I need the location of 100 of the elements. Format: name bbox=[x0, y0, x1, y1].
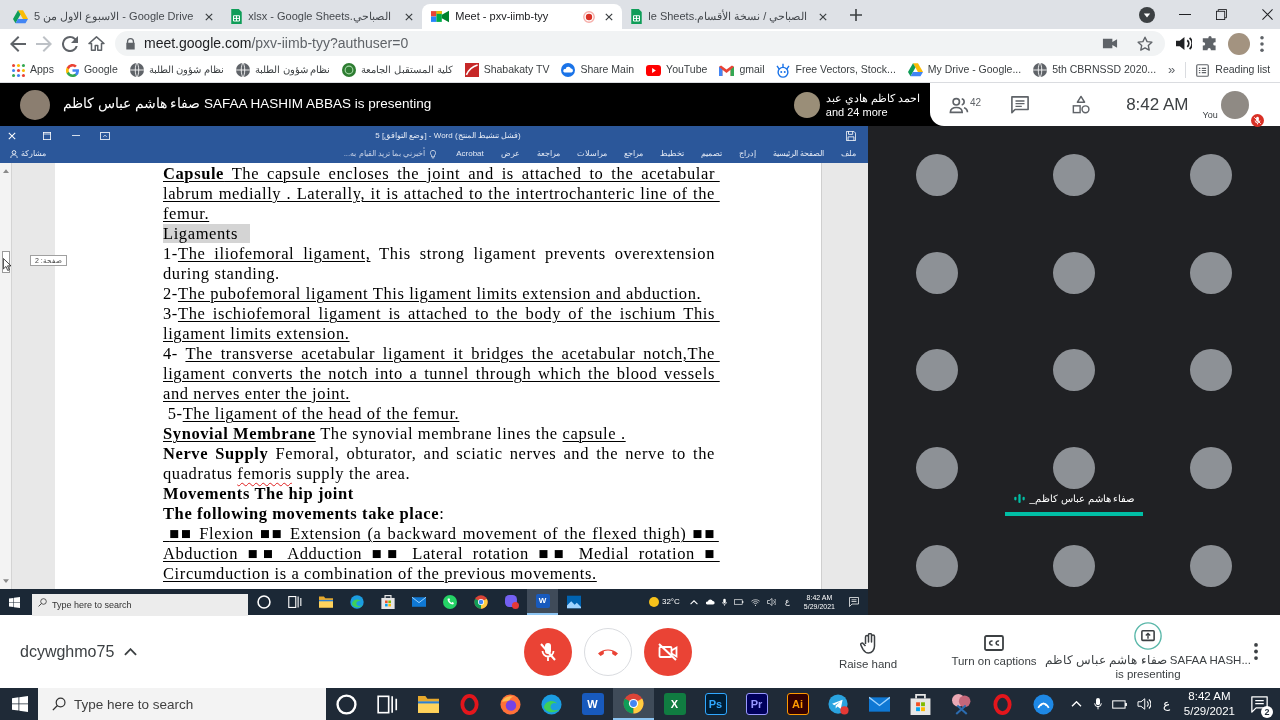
speaker-icon[interactable] bbox=[766, 598, 776, 606]
reading-list-button[interactable]: Reading list bbox=[1196, 62, 1271, 78]
segmented-circle-icon[interactable] bbox=[623, 692, 644, 714]
ribbon-tab[interactable]: الصفحة الرئيسية bbox=[772, 148, 824, 160]
bookmark[interactable]: 5th CBRNSSD 2020... bbox=[1033, 62, 1157, 78]
bookmark[interactable]: My Drive - Google... bbox=[907, 62, 1022, 78]
microphone-button[interactable] bbox=[524, 627, 572, 676]
ribbon-tab[interactable]: ملف bbox=[841, 148, 856, 160]
more-bookmarks-button[interactable]: » bbox=[1168, 60, 1176, 80]
bookmark[interactable]: نظام شؤون الطلبة bbox=[129, 62, 225, 78]
swirl-icon[interactable] bbox=[541, 693, 562, 715]
envelope-icon[interactable] bbox=[411, 595, 426, 609]
ribbon-tab[interactable]: مراجع bbox=[623, 148, 643, 160]
bookmark[interactable]: Free Vectors, Stock... bbox=[776, 62, 896, 78]
microphone-icon[interactable] bbox=[1093, 697, 1102, 711]
bookmark[interactable]: Share Main bbox=[561, 62, 635, 78]
star-icon[interactable] bbox=[1137, 35, 1153, 52]
browser-tab[interactable]: le Sheets.الصباحي / نسخة الأقسام bbox=[622, 4, 837, 29]
language-indicator[interactable]: ع bbox=[1162, 695, 1170, 713]
shapes-icon[interactable] bbox=[1072, 95, 1091, 114]
app-launcher-button[interactable]: W bbox=[535, 594, 550, 608]
save-icon[interactable] bbox=[846, 130, 856, 141]
arc-circle-icon[interactable] bbox=[1033, 693, 1054, 715]
notification-icon[interactable] bbox=[1251, 695, 1268, 713]
folder-icon[interactable] bbox=[418, 693, 439, 715]
ribbon-tab[interactable]: Acrobat bbox=[456, 148, 484, 160]
picture-icon[interactable] bbox=[566, 595, 581, 609]
meeting-details-button[interactable]: dcywghmo75 bbox=[20, 639, 138, 664]
app-launcher-button[interactable]: Pr bbox=[745, 693, 768, 715]
browser-tab[interactable]: 5 الاسبوع الاول من - Google Drive bbox=[4, 4, 223, 29]
active-app-highlight[interactable]: W bbox=[527, 589, 558, 615]
start-icon[interactable] bbox=[12, 696, 28, 712]
back-arrow-icon[interactable] bbox=[10, 35, 26, 52]
speaker-icon[interactable] bbox=[1136, 698, 1151, 710]
paper-plane-icon[interactable] bbox=[828, 693, 849, 715]
task-view-icon[interactable] bbox=[377, 693, 398, 715]
more-icon[interactable] bbox=[1260, 35, 1264, 52]
browser-tab[interactable]: xlsx - Google Sheets.الصباحي bbox=[222, 4, 423, 29]
close-icon[interactable] bbox=[405, 12, 414, 21]
language-indicator[interactable]: ع bbox=[784, 596, 790, 608]
app-launcher-button[interactable]: W bbox=[581, 693, 604, 715]
scroll-down-arrow-icon[interactable] bbox=[2, 579, 9, 583]
ribbon-tab[interactable]: إدراج bbox=[738, 148, 756, 160]
search-field[interactable]: Type here to search bbox=[32, 594, 248, 616]
app-launcher-button[interactable]: Ps bbox=[704, 693, 727, 715]
address-bar[interactable]: meet.google.com/pxv-iimb-tyy?authuser=0 bbox=[115, 31, 1165, 56]
camera-button[interactable] bbox=[644, 627, 692, 676]
bookmark[interactable]: كلية المستقبل الجامعة bbox=[342, 62, 453, 78]
circle-icon[interactable] bbox=[336, 693, 357, 715]
puzzle-piece-icon[interactable] bbox=[1202, 35, 1218, 52]
active-app-highlight[interactable] bbox=[613, 688, 654, 720]
caret-up-icon[interactable] bbox=[689, 599, 698, 605]
bookmark[interactable]: Apps bbox=[12, 62, 54, 78]
shopping-bag-icon[interactable] bbox=[380, 595, 395, 609]
bookmark[interactable]: نظام شؤون الطلبة bbox=[236, 62, 331, 78]
dropdown-circle-icon[interactable] bbox=[1139, 6, 1155, 23]
app-launcher-button[interactable]: Ai bbox=[786, 693, 809, 715]
bookmark[interactable]: Google bbox=[65, 62, 118, 78]
scissors-icon[interactable] bbox=[951, 693, 972, 715]
concentric-circle-icon[interactable] bbox=[500, 693, 521, 715]
ribbon-tab[interactable]: مراجعة bbox=[536, 148, 560, 160]
oval-ring-icon[interactable] bbox=[992, 693, 1013, 715]
tell-me-field[interactable]: أخبرني بما تريد القيام به... bbox=[341, 148, 428, 160]
ribbon-tab[interactable]: عرض bbox=[500, 148, 520, 160]
home-icon[interactable] bbox=[88, 36, 105, 51]
vertical-scrollbar[interactable] bbox=[0, 163, 12, 589]
scroll-up-arrow-icon[interactable] bbox=[2, 169, 9, 173]
ribbon-tab[interactable]: تخطيط bbox=[659, 148, 684, 160]
close-icon[interactable] bbox=[205, 12, 214, 21]
close-icon[interactable] bbox=[605, 12, 614, 21]
circle-icon[interactable] bbox=[256, 595, 271, 609]
profile-avatar-placeholder[interactable] bbox=[1228, 32, 1250, 55]
ribbon-tab[interactable]: مراسلات bbox=[576, 148, 607, 160]
wifi-icon[interactable] bbox=[750, 598, 760, 606]
task-view-icon[interactable] bbox=[287, 595, 302, 609]
shopping-bag-icon[interactable] bbox=[910, 693, 931, 715]
video-camera-icon[interactable] bbox=[1102, 38, 1118, 49]
swirl-icon[interactable] bbox=[349, 595, 364, 609]
close-icon[interactable] bbox=[1262, 9, 1273, 20]
notification-icon[interactable] bbox=[849, 597, 859, 607]
oval-ring-icon[interactable] bbox=[459, 693, 480, 715]
ribbon-tab[interactable]: تصميم bbox=[700, 148, 722, 160]
close-icon[interactable] bbox=[819, 12, 828, 21]
caret-up-icon[interactable] bbox=[1070, 701, 1082, 707]
search-field[interactable]: Type here to search bbox=[38, 688, 326, 720]
start-icon[interactable] bbox=[9, 596, 20, 608]
raise-hand-button[interactable]: Raise hand bbox=[833, 632, 903, 671]
battery-icon[interactable] bbox=[1111, 699, 1128, 709]
folder-icon[interactable] bbox=[318, 595, 333, 609]
bookmark[interactable]: Shabakaty TV bbox=[464, 62, 550, 78]
bookmark[interactable]: gmail bbox=[719, 62, 765, 78]
speaker-icon[interactable] bbox=[1175, 36, 1192, 51]
badge-tile-icon[interactable] bbox=[504, 595, 519, 609]
more-options-icon[interactable] bbox=[1254, 643, 1258, 660]
chat-icon[interactable] bbox=[1011, 95, 1030, 114]
segmented-circle-icon[interactable] bbox=[473, 595, 488, 609]
ribbon-options-icon[interactable] bbox=[100, 131, 110, 140]
app-launcher-button[interactable]: X bbox=[663, 693, 686, 715]
restore-icon[interactable] bbox=[1216, 9, 1227, 20]
share-button[interactable]: مشاركة bbox=[10, 148, 46, 160]
